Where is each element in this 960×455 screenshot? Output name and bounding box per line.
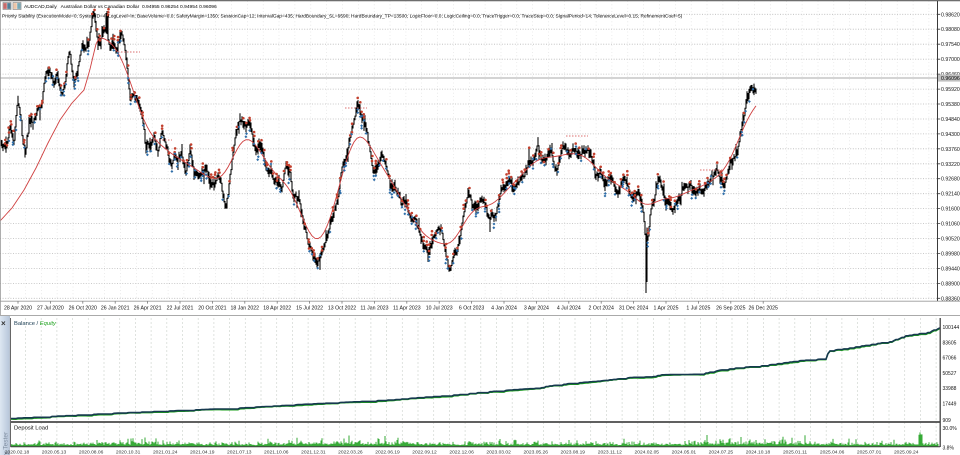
svg-text:26 Apr 2021: 26 Apr 2021 [134,306,162,312]
svg-text:26 Dec 2025: 26 Dec 2025 [748,306,778,312]
svg-text:28 Apr 2020: 28 Apr 2020 [4,306,32,312]
svg-text:0.97540: 0.97540 [941,42,960,48]
svg-text:26 Oct 2020: 26 Oct 2020 [69,306,97,312]
svg-text:22 Jul 2021: 22 Jul 2021 [167,306,194,312]
svg-text:2021.07.13: 2021.07.13 [227,450,252,455]
svg-text:2021.01.24: 2021.01.24 [153,450,178,455]
svg-text:0.95380: 0.95380 [941,102,960,108]
svg-text:Priority Stability (ExecutionM: Priority Stability (ExecutionMode=0; Sys… [2,13,683,19]
svg-text:1 Apr 2025: 1 Apr 2025 [653,306,678,312]
svg-text:17449: 17449 [943,402,957,408]
svg-text:0.98080: 0.98080 [941,27,960,33]
svg-text:2021.04.19: 2021.04.19 [190,450,215,455]
svg-text:2025.04.06: 2025.04.06 [820,450,845,455]
svg-text:20 Oct 2021: 20 Oct 2021 [198,306,226,312]
svg-text:2022.09.12: 2022.09.12 [412,450,437,455]
svg-text:1 Jul 2025: 1 Jul 2025 [686,306,710,312]
svg-text:2023.11.12: 2023.11.12 [598,450,622,455]
svg-text:0.93220: 0.93220 [941,162,960,168]
svg-text:3.8%: 3.8% [943,446,955,452]
svg-text:2024.05.01: 2024.05.01 [672,450,697,455]
svg-text:30.0%: 30.0% [943,426,958,432]
svg-text:67066: 67066 [943,356,957,362]
svg-text:26 Jan 2021: 26 Jan 2021 [101,306,130,312]
svg-text:13 Oct 2022: 13 Oct 2022 [328,306,356,312]
svg-text:2020.08.06: 2020.08.06 [79,450,104,455]
svg-text:2024.10.18: 2024.10.18 [746,450,771,455]
svg-text:2025.07.01: 2025.07.01 [857,450,882,455]
svg-text:2022.03.26: 2022.03.26 [338,450,363,455]
svg-text:0.90520: 0.90520 [941,237,960,243]
svg-text:Balance / Equity: Balance / Equity [14,321,57,327]
svg-text:2020.02.18: 2020.02.18 [5,450,30,455]
svg-text:18 Jan 2022: 18 Jan 2022 [231,306,260,312]
svg-text:3 Apr 2024: 3 Apr 2024 [524,306,549,312]
svg-text:4 Jan 2024: 4 Jan 2024 [491,306,517,312]
svg-text:10 Jul 2023: 10 Jul 2023 [426,306,453,312]
svg-text:6 Oct 2023: 6 Oct 2023 [459,306,484,312]
svg-text:0.98620: 0.98620 [941,12,960,18]
svg-text:0.94840: 0.94840 [941,117,960,123]
svg-text:0.89440: 0.89440 [941,266,960,272]
svg-text:AUDCAD,Daily Australian Doll: AUDCAD,Daily Australian Dollar vs Canadi… [24,4,217,10]
svg-text:11 Apr 2023: 11 Apr 2023 [393,306,421,312]
svg-text:0.95920: 0.95920 [941,87,960,93]
svg-text:0.89980: 0.89980 [941,252,960,258]
svg-text:83605: 83605 [943,340,957,346]
svg-text:0.92680: 0.92680 [941,177,960,183]
svg-text:2022.06.19: 2022.06.19 [375,450,400,455]
svg-text:909: 909 [943,418,952,424]
svg-text:2025.01.11: 2025.01.11 [783,450,807,455]
svg-text:0.93760: 0.93760 [941,147,960,153]
svg-text:0.88900: 0.88900 [941,281,960,287]
svg-text:4 Jul 2024: 4 Jul 2024 [557,306,581,312]
svg-text:100144: 100144 [943,325,960,331]
svg-text:31 Dec 2024: 31 Dec 2024 [619,306,649,312]
svg-text:15 Jul 2022: 15 Jul 2022 [296,306,323,312]
svg-text:0.91600: 0.91600 [941,207,960,213]
svg-text:2021.12.31: 2021.12.31 [301,450,326,455]
svg-text:0.96096: 0.96096 [941,76,960,82]
svg-text:2020.05.13: 2020.05.13 [42,450,67,455]
svg-text:33988: 33988 [943,386,957,392]
svg-text:2023.03.02: 2023.03.02 [486,450,511,455]
svg-text:2 Oct 2024: 2 Oct 2024 [589,306,614,312]
svg-text:2022.12.06: 2022.12.06 [449,450,474,455]
svg-text:Deposit Load: Deposit Load [14,426,48,432]
svg-text:0.92140: 0.92140 [941,192,960,198]
svg-text:2021.10.06: 2021.10.06 [264,450,289,455]
svg-text:×: × [1,319,6,328]
svg-text:18 Apr 2022: 18 Apr 2022 [263,306,291,312]
svg-text:2023.08.19: 2023.08.19 [561,450,586,455]
svg-text:2023.05.26: 2023.05.26 [523,450,548,455]
svg-text:2024.02.05: 2024.02.05 [635,450,660,455]
svg-text:0.91060: 0.91060 [941,222,960,228]
svg-text:0.97000: 0.97000 [941,57,960,63]
svg-text:26 Sep 2025: 26 Sep 2025 [716,306,746,312]
svg-text:2025.09.24: 2025.09.24 [894,450,919,455]
svg-text:2020.10.31: 2020.10.31 [116,450,141,455]
svg-text:0.94300: 0.94300 [941,132,960,138]
svg-text:27 Jul 2020: 27 Jul 2020 [37,306,64,312]
svg-text:11 Jan 2023: 11 Jan 2023 [360,306,388,312]
svg-text:50527: 50527 [943,371,957,377]
svg-text:2024.07.25: 2024.07.25 [709,450,734,455]
